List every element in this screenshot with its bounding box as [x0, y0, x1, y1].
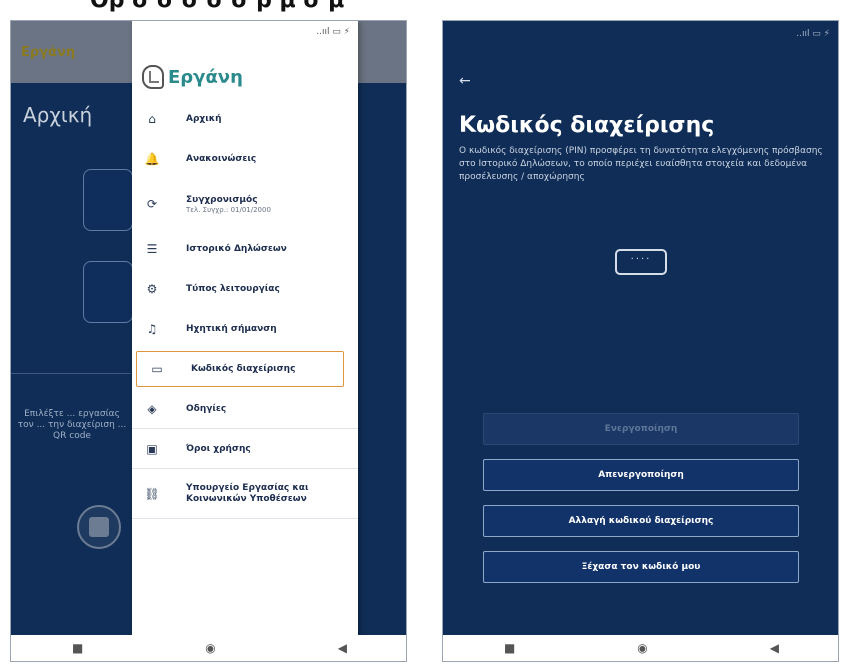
sync-icon: ⟳ — [146, 197, 158, 211]
back-button-icon[interactable]: ◀ — [338, 641, 347, 655]
menu-item-instructions[interactable]: ◈ Οδηγίες — [132, 389, 358, 429]
page-title: Κωδικός διαχείρισης — [459, 113, 715, 138]
activate-button[interactable]: Ενεργοποίηση — [483, 413, 799, 445]
menu-item-label: Όροι χρήσης — [186, 443, 251, 454]
recents-icon[interactable]: ■ — [504, 641, 515, 655]
home-button-icon[interactable]: ◉ — [205, 641, 215, 655]
music-icon: ♫ — [146, 322, 158, 336]
menu-item-label: Οδηγίες — [186, 403, 227, 414]
background-page-title: Αρχική — [23, 103, 93, 127]
system-navigation-bar: ■ ◉ ◀ — [11, 635, 406, 661]
menu-item-label: Τύπος λειτουργίας — [186, 283, 280, 294]
menu-item-terms[interactable]: ▣ Όροι χρήσης — [132, 429, 358, 469]
background-app-logo: Εργάνη — [21, 45, 76, 60]
status-bar: ..ııl ▭ ⚡ — [316, 27, 350, 37]
government-seal-icon — [77, 505, 121, 549]
document-icon: ▣ — [146, 442, 158, 456]
background-card-1 — [83, 169, 133, 231]
background-instructions: Επιλέξτε ... εργασίας τον ... την διαχεί… — [17, 409, 127, 441]
back-arrow-icon[interactable]: ← — [459, 73, 471, 89]
password-icon: ▭ — [151, 362, 163, 376]
forgot-code-button[interactable]: Ξέχασα τον κωδικό μου — [483, 551, 799, 583]
menu-item-label: Ιστορικό Δηλώσεων — [186, 243, 287, 254]
system-navigation-bar: ■ ◉ ◀ — [443, 635, 838, 661]
menu-item-label: Ανακοινώσεις — [186, 153, 257, 164]
page-description: Ο κωδικός διαχείρισης (PIN) προσφέρει τη… — [459, 146, 823, 182]
background-divider — [11, 373, 131, 374]
menu-item-sound[interactable]: ♫ Ηχητική σήμανση — [132, 309, 358, 349]
phone-screen-menu: Εργάνη Αρχική Επιλέξτε ... εργασίας τον … — [10, 20, 407, 662]
help-icon: ◈ — [147, 402, 157, 416]
pin-display: ···· — [615, 249, 667, 275]
menu-item-label: Αρχική — [186, 113, 222, 124]
menu-item-admin-code[interactable]: ▭ Κωδικός διαχείρισης — [136, 351, 344, 387]
background-card-2 — [83, 261, 133, 323]
home-button-icon[interactable]: ◉ — [637, 641, 647, 655]
mode-icon: ⚙ — [146, 282, 158, 296]
link-icon: ⛓ — [144, 487, 160, 501]
drawer-app-name: Εργάνη — [168, 66, 243, 88]
menu-item-label: Ηχητική σήμανση — [186, 323, 277, 334]
phone-screen-admin-code: ..ııl ▭ ⚡ ← Κωδικός διαχείρισης Ο κωδικό… — [442, 20, 839, 662]
recents-icon[interactable]: ■ — [72, 641, 83, 655]
status-bar: ..ııl ▭ ⚡ — [796, 29, 830, 39]
home-icon: ⌂ — [148, 112, 156, 126]
list-icon: ☰ — [146, 242, 158, 256]
menu-item-label: Συγχρονισμός — [186, 194, 258, 205]
menu-item-announcements[interactable]: 🔔 Ανακοινώσεις — [132, 139, 358, 179]
menu-item-history[interactable]: ☰ Ιστορικό Δηλώσεων — [132, 229, 358, 269]
menu-item-home[interactable]: ⌂ Αρχική — [132, 99, 358, 139]
menu-item-sync[interactable]: ⟳ Συγχρονισμός Τελ. Συγχρ.: 01/01/2000 — [132, 179, 358, 229]
back-button-icon[interactable]: ◀ — [770, 641, 779, 655]
drawer-logo: Εργάνη — [142, 65, 243, 89]
menu-item-ministry-link[interactable]: ⛓ Υπουργείο Εργασίας και Κοινωνικών Υποθ… — [132, 469, 358, 519]
drawer-menu: ⌂ Αρχική 🔔 Ανακοινώσεις ⟳ Συγχρονισμός Τ… — [132, 99, 358, 519]
ergani-logo-icon — [142, 65, 164, 89]
menu-item-label: Υπουργείο Εργασίας και Κοινωνικών Υποθέσ… — [186, 483, 309, 504]
bell-icon: 🔔 — [144, 152, 160, 166]
last-sync-text: Τελ. Συγχρ.: 01/01/2000 — [186, 205, 271, 214]
deactivate-button[interactable]: Απενεργοποίηση — [483, 459, 799, 491]
cutoff-heading: Ορ σ σ σ σ σ ρ μ σ μ — [90, 0, 345, 13]
change-code-button[interactable]: Αλλαγή κωδικού διαχείρισης — [483, 505, 799, 537]
menu-item-label: Κωδικός διαχείρισης — [191, 363, 296, 374]
menu-item-mode[interactable]: ⚙ Τύπος λειτουργίας — [132, 269, 358, 309]
sync-text-group: Συγχρονισμός Τελ. Συγχρ.: 01/01/2000 — [160, 195, 271, 214]
navigation-drawer: ..ııl ▭ ⚡ Εργάνη ⌂ Αρχική 🔔 Ανακοινώσεις… — [132, 21, 358, 638]
